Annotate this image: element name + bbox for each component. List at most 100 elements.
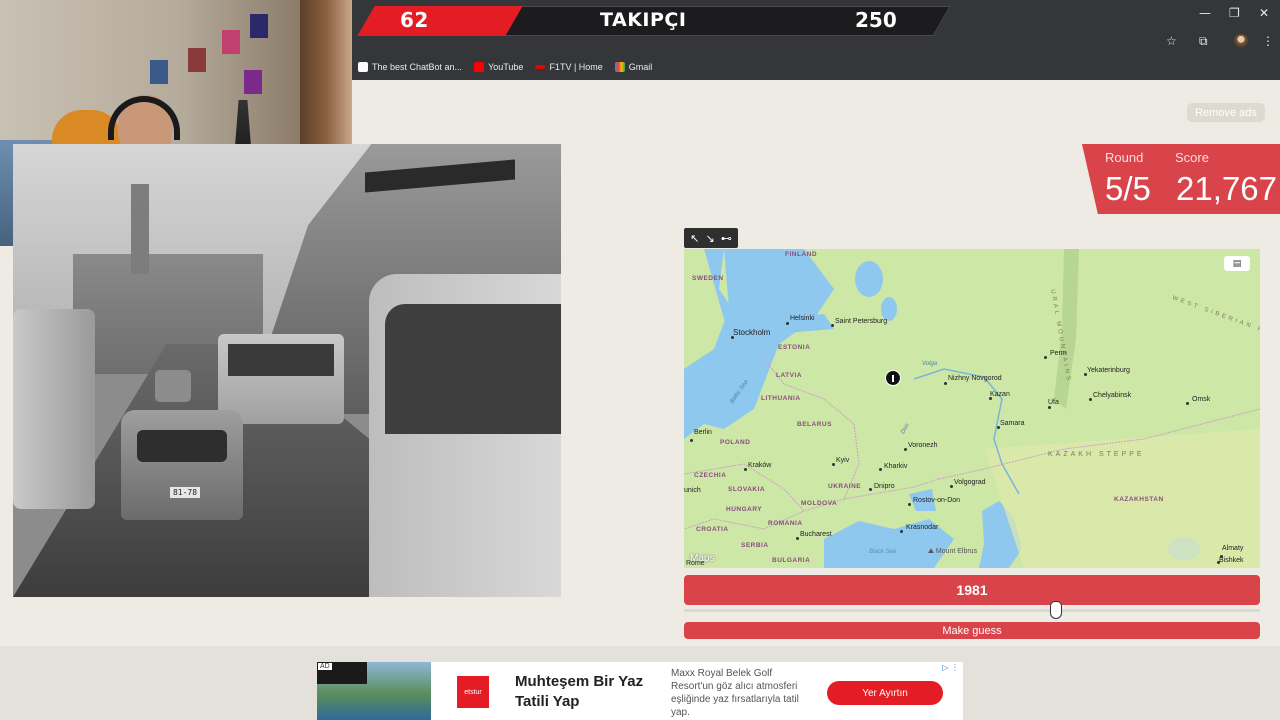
webcam-poster: [244, 70, 262, 94]
close-icon[interactable]: ✕: [1259, 6, 1269, 20]
ad-hotel-image: AD: [317, 662, 431, 720]
year-display: 1981: [684, 575, 1260, 605]
city-label: Ufa: [1048, 399, 1059, 406]
map-region-label: KAZAKH STEPPE: [1048, 451, 1145, 458]
gmail-icon: [614, 62, 625, 72]
round-score-badge: Round Score 5/5 21,767: [1082, 144, 1280, 214]
extensions-icon[interactable]: ⧉: [1199, 34, 1208, 49]
map-water-label: Black Sea: [869, 549, 897, 555]
profile-avatar[interactable]: [1234, 34, 1248, 48]
map-country-label: HUNGARY: [726, 506, 763, 513]
city-marker: [786, 322, 789, 325]
make-guess-button[interactable]: Make guess: [684, 622, 1260, 639]
webcam-poster: [250, 14, 268, 38]
follower-goal: 250: [855, 8, 897, 32]
bookmark-label: YouTube: [488, 62, 524, 72]
photo-bus-left: [13, 309, 95, 509]
minimize-icon[interactable]: —: [1199, 6, 1211, 20]
city-marker: [908, 503, 911, 506]
map-country-label: LITHUANIA: [761, 395, 801, 402]
pin-map-icon[interactable]: ⊷: [721, 232, 732, 245]
bookmark-label: F1TV | Home: [549, 62, 603, 72]
bookmark-star-icon[interactable]: ☆: [1166, 34, 1177, 48]
city-label: Yekaterinburg: [1087, 367, 1130, 374]
city-marker: [1048, 406, 1051, 409]
map-country-label: LATVIA: [776, 372, 802, 379]
map-country-label: CZECHIA: [694, 472, 727, 479]
round-value: 5/5: [1105, 170, 1151, 207]
menu-dots-icon[interactable]: ⋮: [1262, 34, 1274, 48]
ad-headline[interactable]: Muhteşem Bir Yaz Tatili Yap: [515, 672, 655, 712]
city-marker: [950, 485, 953, 488]
city-label: Volgograd: [954, 479, 986, 486]
follower-label: TAKIPÇI: [600, 9, 687, 31]
bookmark-f1tv[interactable]: F1TV | Home: [535, 62, 603, 72]
city-marker: [796, 537, 799, 540]
city-label: Kyiv: [836, 457, 850, 464]
city-marker: [831, 324, 834, 327]
map-country-label: ROMANIA: [768, 520, 803, 527]
map-size-controls: ↖ ↘ ⊷: [684, 228, 738, 248]
shrink-map-icon[interactable]: ↘: [706, 232, 715, 245]
city-label: Nizhny Novgorod: [948, 375, 1002, 382]
follower-goal-overlay: 62 TAKIPÇI 250: [352, 6, 951, 36]
city-label: Saint Petersburg: [835, 318, 888, 325]
guess-pin-icon[interactable]: [885, 370, 901, 386]
city-label: Bishkek: [1219, 557, 1244, 564]
etstur-logo: etstur: [457, 676, 489, 708]
city-label: Kharkiv: [884, 463, 908, 470]
f1tv-icon: [535, 65, 546, 69]
city-marker: [900, 530, 903, 533]
city-marker: [1044, 356, 1047, 359]
ad-cta-button[interactable]: Yer Ayırtın: [827, 681, 943, 705]
map-poi-label: ⛰ Mount Elbrus: [928, 548, 978, 555]
remove-ads-button[interactable]: Remove ads: [1187, 103, 1265, 122]
webcam-poster: [188, 48, 206, 72]
photo-bus-right-window: [385, 304, 561, 434]
score-value: 21,767: [1176, 170, 1277, 207]
banner-ad[interactable]: AD etstur Muhteşem Bir Yaz Tatili Yap Ma…: [317, 662, 963, 720]
city-marker: [832, 463, 835, 466]
youtube-icon: [474, 62, 485, 72]
maps-attribution-text: Maps: [690, 553, 715, 564]
city-label: Voronezh: [908, 442, 938, 449]
city-label: Kraków: [748, 462, 772, 469]
ad-choices-icon[interactable]: ▷ ⋮: [942, 663, 959, 672]
map-country-label: MOLDOVA: [801, 500, 838, 507]
city-marker: [869, 488, 872, 491]
bookmarks-bar: The best ChatBot an... YouTube F1TV | Ho…: [352, 54, 1280, 80]
score-label: Score: [1175, 150, 1209, 165]
year-slider-track[interactable]: [684, 609, 1260, 612]
map-country-label: UKRAINE: [828, 483, 862, 490]
map-country-label: CROATIA: [696, 526, 729, 533]
restore-icon[interactable]: ❐: [1229, 6, 1240, 20]
guess-map[interactable]: FINLAND SWEDEN ESTONIA LATVIA LITHUANIA …: [684, 249, 1260, 568]
city-marker: [944, 382, 947, 385]
city-marker: [744, 468, 747, 471]
city-label: Krasnodar: [906, 524, 939, 531]
photo-car-window: [137, 430, 227, 462]
map-country-label: SLOVAKIA: [728, 486, 766, 493]
expand-map-icon[interactable]: ↖: [690, 232, 699, 245]
map-country-label: BELARUS: [797, 421, 832, 428]
historical-photo: 81-78: [13, 144, 561, 597]
bookmark-chatbot[interactable]: The best ChatBot an...: [358, 62, 462, 72]
city-marker: [1186, 402, 1189, 405]
map-country-label: FINLAND: [785, 251, 818, 258]
bookmark-label: The best ChatBot an...: [372, 62, 463, 72]
year-slider-handle[interactable]: [1049, 601, 1062, 619]
photo-trolleybus-window: [228, 344, 334, 376]
chatbot-icon: [358, 62, 368, 72]
bookmark-youtube[interactable]: YouTube: [474, 62, 523, 72]
map-country-label: KAZAKHSTAN: [1114, 496, 1164, 503]
city-label: Rostov-on-Don: [913, 497, 961, 504]
bookmark-gmail[interactable]: Gmail: [614, 62, 652, 72]
poi-name: Mount Elbrus: [935, 548, 978, 555]
city-label: Stockholm: [733, 328, 771, 337]
map-style-toggle-icon[interactable]: ▤: [1224, 256, 1250, 271]
map-country-label: ESTONIA: [778, 344, 811, 351]
webcam-poster: [150, 60, 168, 84]
map-country-label: SERBIA: [741, 542, 769, 549]
city-label: Samara: [1000, 420, 1025, 427]
city-label: Bucharest: [800, 531, 832, 538]
